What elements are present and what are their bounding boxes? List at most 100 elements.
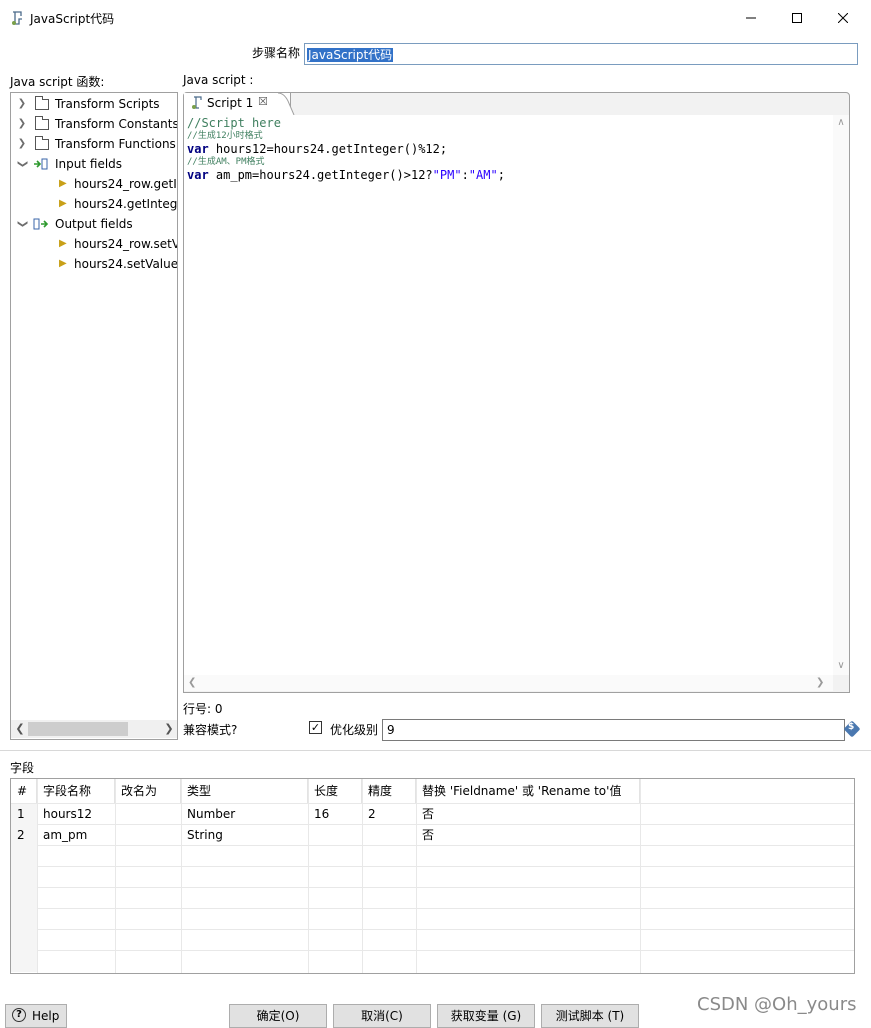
folder-icon [35, 136, 49, 150]
folder-icon [35, 96, 49, 110]
minimize-button[interactable] [728, 0, 774, 36]
table-cell[interactable] [308, 825, 362, 846]
table-cell[interactable]: 否 [416, 825, 640, 846]
tree-item-field[interactable]: ▶ hours24_row.setV [11, 234, 177, 254]
optimize-level-input[interactable]: 9 [382, 719, 845, 741]
tree-item-field[interactable]: ▶ hours24_row.getIr [11, 174, 177, 194]
scroll-left-icon[interactable]: ❮ [188, 675, 202, 691]
tab-edge [270, 93, 295, 115]
code-string: "PM" [432, 168, 462, 182]
table-cell[interactable]: 16 [308, 804, 362, 825]
tree-item-input-fields[interactable]: ❯ Input fields [11, 154, 177, 174]
tree-item-label: Output fields [55, 217, 133, 231]
code-text: ; [497, 168, 505, 182]
code-line: //Script here [187, 116, 281, 130]
scroll-left-icon[interactable]: ❮ [13, 720, 27, 738]
tree-item-transform-functions[interactable]: ❯ Transform Functions [11, 134, 177, 154]
grid-line [11, 887, 854, 888]
compatibility-mode-label: 兼容模式? [183, 723, 238, 737]
row-number[interactable]: 1 [11, 804, 37, 825]
column-header[interactable]: 类型 [181, 779, 308, 803]
code-line: var am_pm=hours24.getInteger()>12?"PM":"… [187, 169, 505, 182]
table-cell[interactable]: 否 [416, 804, 640, 825]
chevron-right-icon[interactable]: ❯ [17, 134, 27, 154]
input-fields-icon [34, 158, 48, 170]
table-cell[interactable] [115, 804, 181, 825]
table-cell[interactable]: am_pm [37, 825, 115, 846]
stepname-input[interactable]: JavaScript代码 [304, 43, 858, 65]
field-triangle-icon: ▶ [59, 238, 67, 249]
ok-button[interactable]: 确定(O) [229, 1004, 327, 1028]
script-label: Java script : [183, 73, 254, 87]
cancel-button[interactable]: 取消(C) [333, 1004, 431, 1028]
tree-item-transform-constants[interactable]: ❯ Transform Constants [11, 114, 177, 134]
tab-label: Script 1 [207, 96, 254, 110]
optimize-checkbox[interactable]: ✓ [309, 721, 322, 734]
code-text: hours12=hours24.getInteger()%12; [208, 142, 448, 156]
table-cell[interactable]: String [181, 825, 308, 846]
tree-item-label: Transform Functions [55, 137, 176, 151]
watermark: CSDN @Oh_yours [697, 994, 857, 1015]
scroll-down-icon[interactable]: ∨ [833, 658, 849, 674]
folder-icon [35, 116, 49, 130]
variable-dollar-icon: $ [848, 722, 855, 732]
chevron-down-icon[interactable]: ❯ [12, 219, 32, 229]
table-cell[interactable] [115, 825, 181, 846]
tree-item-label: hours24_row.setV [74, 237, 178, 251]
table-cell[interactable] [362, 825, 416, 846]
minimize-icon [746, 17, 756, 19]
tree-item-output-fields[interactable]: ❯ Output fields [11, 214, 177, 234]
table-cell[interactable]: hours12 [37, 804, 115, 825]
stepname-value: JavaScript代码 [307, 48, 394, 62]
chevron-right-icon[interactable]: ❯ [17, 94, 27, 114]
editor-horizontal-scrollbar[interactable] [184, 675, 833, 691]
scroll-right-icon[interactable]: ❯ [816, 675, 830, 691]
column-header[interactable]: 长度 [308, 779, 362, 803]
field-triangle-icon: ▶ [59, 258, 67, 269]
get-variables-button[interactable]: 获取变量 (G) [437, 1004, 535, 1028]
tree-item-label: hours24.getIntege [74, 197, 178, 211]
javascript-step-icon [12, 11, 22, 25]
row-number [11, 909, 37, 930]
scroll-up-icon[interactable]: ∧ [833, 115, 849, 131]
grid-line [640, 779, 641, 973]
code-keyword: var [187, 142, 209, 156]
help-icon: ? [12, 1008, 26, 1022]
functions-label: Java script 函数: [10, 75, 105, 89]
divider [0, 750, 871, 751]
code-text: : [461, 168, 469, 182]
table-cell[interactable]: 2 [362, 804, 416, 825]
code-editor[interactable]: //Script here //生成12小时格式 var hours12=hou… [184, 115, 833, 675]
column-header[interactable]: 精度 [362, 779, 416, 803]
chevron-down-icon[interactable]: ❯ [12, 159, 32, 169]
tree-item-transform-scripts[interactable]: ❯ Transform Scripts [11, 94, 177, 114]
table-cell[interactable]: Number [181, 804, 308, 825]
chevron-right-icon[interactable]: ❯ [17, 114, 27, 134]
close-button[interactable] [820, 0, 866, 36]
column-header[interactable]: 改名为 [115, 779, 181, 803]
fields-section-label: 字段 [10, 761, 35, 775]
column-header[interactable]: 替换 'Fieldname' 或 'Rename to'值 [416, 779, 640, 803]
script-icon [192, 96, 202, 109]
column-header[interactable]: # [11, 779, 37, 803]
tree-item-field[interactable]: ▶ hours24.getIntege [11, 194, 177, 214]
tree-item-label: hours24_row.getIr [74, 177, 178, 191]
grid-line [11, 866, 854, 867]
tree-item-label: Input fields [55, 157, 123, 171]
tree-item-field[interactable]: ▶ hours24.setValue( [11, 254, 177, 274]
scroll-right-icon[interactable]: ❯ [162, 720, 176, 738]
maximize-button[interactable] [774, 0, 820, 36]
code-keyword: var [187, 168, 209, 182]
test-script-button[interactable]: 测试脚本 (T) [541, 1004, 639, 1028]
row-number [11, 846, 37, 867]
row-number [11, 867, 37, 888]
row-number[interactable]: 2 [11, 825, 37, 846]
fields-table[interactable]: # 字段名称 改名为 类型 长度 精度 替换 'Fieldname' 或 'Re… [10, 778, 855, 974]
column-header[interactable]: 字段名称 [37, 779, 115, 803]
code-text: am_pm=hours24.getInteger()>12? [208, 168, 433, 182]
functions-tree[interactable]: ❯ Transform Scripts ❯ Transform Constant… [10, 92, 178, 740]
grid-line [11, 950, 854, 951]
tree-scroll-thumb[interactable] [28, 722, 128, 736]
close-tab-icon[interactable]: ☒ [258, 95, 268, 108]
editor-vertical-scrollbar[interactable] [833, 115, 849, 675]
